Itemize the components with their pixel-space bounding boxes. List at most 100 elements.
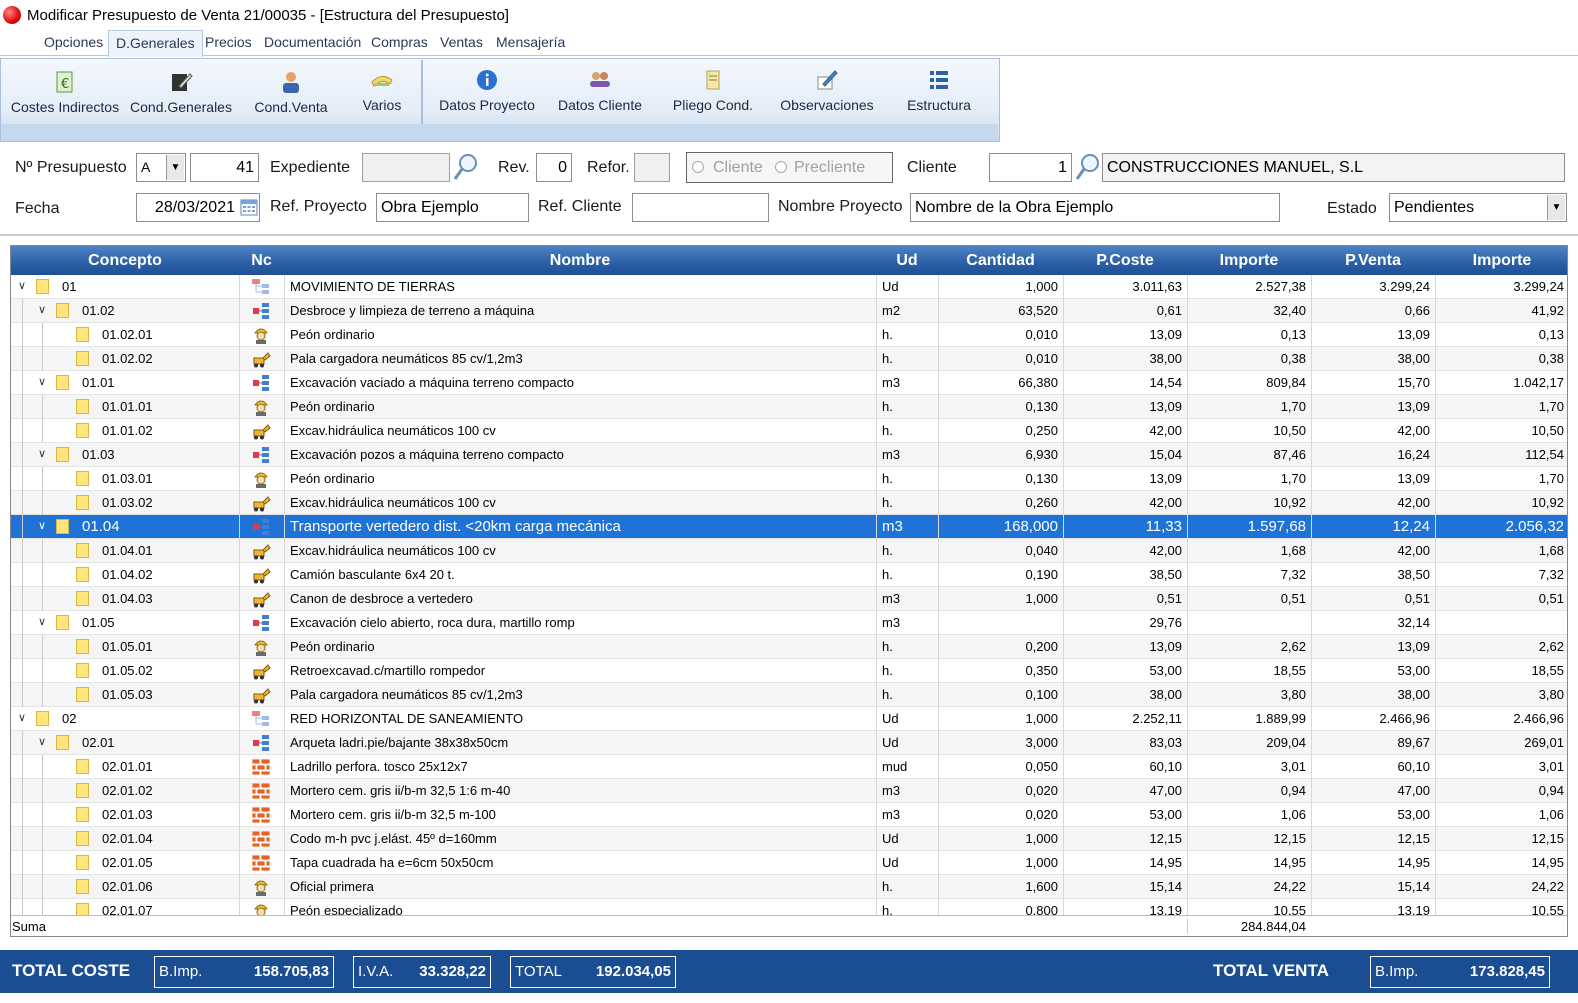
nombre-cell: Oficial primera <box>290 879 374 894</box>
ref-cliente-input[interactable] <box>632 193 769 222</box>
chevron-down-icon[interactable]: ∨ <box>15 279 29 293</box>
menu-mensajeria[interactable]: Mensajería <box>489 30 572 56</box>
chevron-down-icon[interactable]: ∨ <box>35 615 49 629</box>
datos-cliente-button[interactable]: Datos Cliente <box>556 68 644 113</box>
table-row[interactable]: 02.01.02 Mortero cem. gris ii/b-m 32,5 1:… <box>11 779 1567 803</box>
pventa-cell: 53,00 <box>1397 663 1430 678</box>
col-nc[interactable]: Nc <box>239 246 284 275</box>
pventa-cell: 15,14 <box>1397 879 1430 894</box>
serie-select[interactable]: A ▼ <box>136 153 186 182</box>
importe-venta-cell: 2.056,32 <box>1505 518 1564 535</box>
chevron-down-icon[interactable]: ∨ <box>15 711 29 725</box>
varios-button[interactable]: Varios <box>352 68 412 113</box>
rev-input[interactable]: 0 <box>536 153 572 182</box>
pventa-cell: 13,19 <box>1397 903 1430 915</box>
datos-proyecto-button[interactable]: Datos Proyecto <box>436 68 538 113</box>
radio-precliente[interactable] <box>775 161 787 173</box>
col-importe-coste[interactable]: Importe <box>1187 246 1311 275</box>
menu-opciones[interactable]: Opciones <box>37 30 110 56</box>
ud-cell: m3 <box>882 591 901 606</box>
estructura-button[interactable]: Estructura <box>900 68 978 113</box>
client-search-icon[interactable] <box>1074 152 1102 182</box>
pcoste-cell: 38,00 <box>1149 351 1182 366</box>
table-row[interactable]: 01.05.03 Pala cargadora neumáticos 85 cv/… <box>11 683 1567 707</box>
table-row[interactable]: ∨ 01.01 Excavación vaciado a máquina terre… <box>11 371 1567 395</box>
table-row[interactable]: 01.01.02 Excav.hidráulica neumáticos 100 … <box>11 419 1567 443</box>
col-nombre[interactable]: Nombre <box>284 246 876 275</box>
table-row[interactable]: ∨ 01.04 Transporte vertedero dist. <20km c… <box>11 515 1567 539</box>
ref-proyecto-input[interactable]: Obra Ejemplo <box>376 193 529 222</box>
nombre-cell: Ladrillo perfora. tosco 25x12x7 <box>290 759 468 774</box>
cliente-number-input[interactable]: 1 <box>989 153 1072 182</box>
table-row[interactable]: 01.04.02 Camión basculante 6x4 20 t. h. 0,1… <box>11 563 1567 587</box>
menu-compras[interactable]: Compras <box>364 30 435 56</box>
table-row[interactable]: 01.05.01 Peón ordinario h. 0,200 13,09 2,62 13… <box>11 635 1567 659</box>
col-cantidad[interactable]: Cantidad <box>938 246 1063 275</box>
ref-cliente-label: Ref. Cliente <box>538 198 622 215</box>
col-concepto[interactable]: Concepto <box>11 246 239 275</box>
menu-ventas[interactable]: Ventas <box>433 30 490 56</box>
bimp-coste-box: B.Imp. 158.705,83 <box>154 956 334 988</box>
table-row[interactable]: ∨ 01.02 Desbroce y limpieza de terreno a m… <box>11 299 1567 323</box>
table-row[interactable]: 02.01.03 Mortero cem. gris ii/b-m 32,5 m-… <box>11 803 1567 827</box>
menu-precios[interactable]: Precios <box>198 30 259 56</box>
cantidad-cell: 0,050 <box>1025 759 1058 774</box>
chevron-down-icon[interactable]: ▼ <box>1547 195 1565 220</box>
document-icon <box>706 70 720 90</box>
table-row[interactable]: 01.02.01 Peón ordinario h. 0,010 13,09 0,13 13… <box>11 323 1567 347</box>
tree-line <box>22 323 23 347</box>
table-row[interactable]: 01.03.02 Excav.hidráulica neumáticos 100 … <box>11 491 1567 515</box>
menu-dgenerales[interactable]: D.Generales <box>108 30 203 57</box>
cond-venta-button[interactable]: Cond.Venta <box>250 70 332 115</box>
table-row[interactable]: 02.01.04 Codo m-h pvc j.elást. 45º d=160m… <box>11 827 1567 851</box>
table-row[interactable]: ∨ 02 RED HORIZONTAL DE SANEAMIENTO Ud 1,000 2… <box>11 707 1567 731</box>
expediente-input[interactable] <box>362 153 450 182</box>
radio-cliente[interactable] <box>692 161 704 173</box>
table-row[interactable]: ∨ 01 MOVIMIENTO DE TIERRAS Ud 1,000 3.011,63 2… <box>11 275 1567 299</box>
search-icon[interactable] <box>452 152 480 182</box>
col-ud[interactable]: Ud <box>876 246 938 275</box>
chevron-down-icon[interactable]: ∨ <box>35 735 49 749</box>
chevron-down-icon[interactable]: ∨ <box>35 519 49 533</box>
table-row[interactable]: ∨ 01.05 Excavación cielo abierto, roca dur… <box>11 611 1567 635</box>
table-row[interactable]: 01.04.01 Excav.hidráulica neumáticos 100 … <box>11 539 1567 563</box>
table-row[interactable]: 02.01.05 Tapa cuadrada ha e=6cm 50x50cm Ud… <box>11 851 1567 875</box>
refor-input[interactable] <box>634 153 670 182</box>
pliego-cond-button[interactable]: Pliego Cond. <box>670 68 756 113</box>
table-row[interactable]: 02.01.07 Peón especializado h. 0,800 13,19 10… <box>11 899 1567 915</box>
table-row[interactable]: ∨ 01.03 Excavación pozos a máquina terreno… <box>11 443 1567 467</box>
estructura-label: Estructura <box>907 97 971 113</box>
table-row[interactable]: 02.01.01 Ladrillo perfora. tosco 25x12x7 m… <box>11 755 1567 779</box>
col-importe-venta[interactable]: Importe <box>1435 246 1567 275</box>
folder-icon <box>76 783 89 798</box>
table-row[interactable]: ∨ 02.01 Arqueta ladri.pie/bajante 38x38x50… <box>11 731 1567 755</box>
calendar-icon[interactable] <box>240 198 258 216</box>
col-pventa[interactable]: P.Venta <box>1311 246 1435 275</box>
numero-input[interactable]: 41 <box>190 153 259 182</box>
estado-select[interactable]: Pendientes ▼ <box>1389 193 1567 222</box>
chevron-down-icon[interactable]: ∨ <box>35 375 49 389</box>
cliente-name-field[interactable]: CONSTRUCCIONES MANUEL, S.L <box>1102 153 1565 182</box>
iva-label: I.V.A. <box>358 963 394 980</box>
costes-indirectos-button[interactable]: € Costes Indirectos <box>8 70 122 115</box>
pcoste-cell: 13,09 <box>1149 399 1182 414</box>
table-row[interactable]: 01.05.02 Retroexcavad.c/martillo rompedor… <box>11 659 1567 683</box>
chevron-down-icon[interactable]: ▼ <box>166 155 184 180</box>
presupuesto-label: Nº Presupuesto <box>15 159 127 176</box>
table-row[interactable]: 01.03.01 Peón ordinario h. 0,130 13,09 1,70 13… <box>11 467 1567 491</box>
importe-coste-cell: 10,50 <box>1273 423 1306 438</box>
table-row[interactable]: 01.04.03 Canon de desbroce a vertedero m3 1… <box>11 587 1567 611</box>
chevron-down-icon[interactable]: ∨ <box>35 303 49 317</box>
chevron-down-icon[interactable]: ∨ <box>35 447 49 461</box>
observaciones-button[interactable]: Observaciones <box>780 68 874 113</box>
nombre-proyecto-input[interactable]: Nombre de la Obra Ejemplo <box>910 193 1280 222</box>
cond-generales-button[interactable]: Cond.Generales <box>128 70 234 115</box>
menu-documentacion[interactable]: Documentación <box>257 30 368 56</box>
concepto-cell: 02.01 <box>82 735 115 750</box>
table-row[interactable]: 01.01.01 Peón ordinario h. 0,130 13,09 1,70 13… <box>11 395 1567 419</box>
table-row[interactable]: 01.02.02 Pala cargadora neumáticos 85 cv/… <box>11 347 1567 371</box>
folder-icon <box>76 567 89 582</box>
table-row[interactable]: 02.01.06 Oficial primera h. 1,600 15,14 24,22… <box>11 875 1567 899</box>
folder-icon <box>76 327 89 342</box>
col-pcoste[interactable]: P.Coste <box>1063 246 1187 275</box>
